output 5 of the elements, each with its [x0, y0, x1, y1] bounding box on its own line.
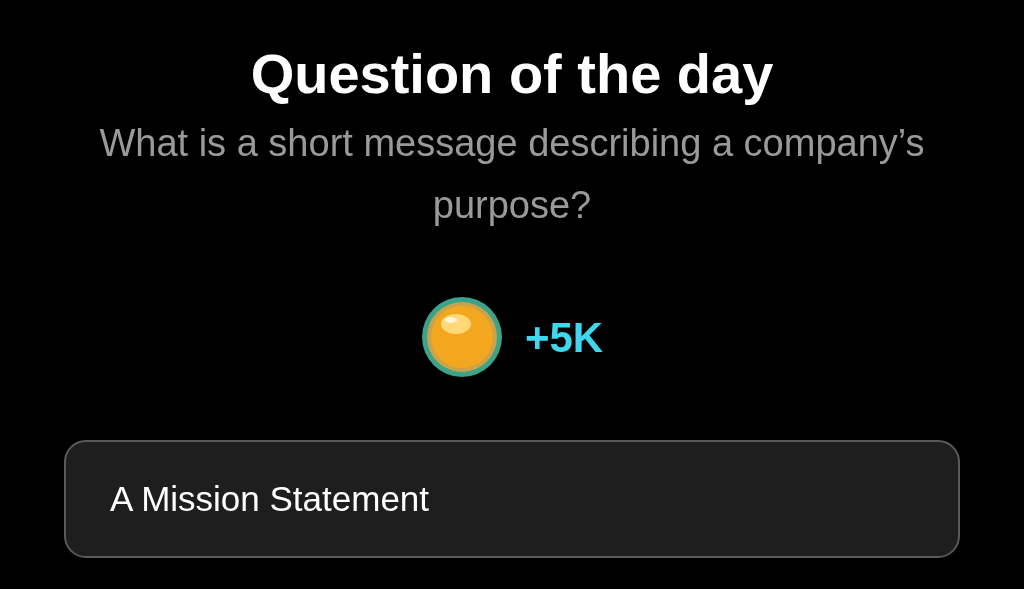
coin-icon	[420, 296, 503, 378]
answer-option[interactable]: A Mission Statement	[64, 440, 960, 558]
heading: Question of the day	[250, 41, 774, 107]
question-text: What is a short message describing a company’s purpose?	[98, 121, 926, 228]
reward-amount: +5K	[524, 312, 604, 363]
